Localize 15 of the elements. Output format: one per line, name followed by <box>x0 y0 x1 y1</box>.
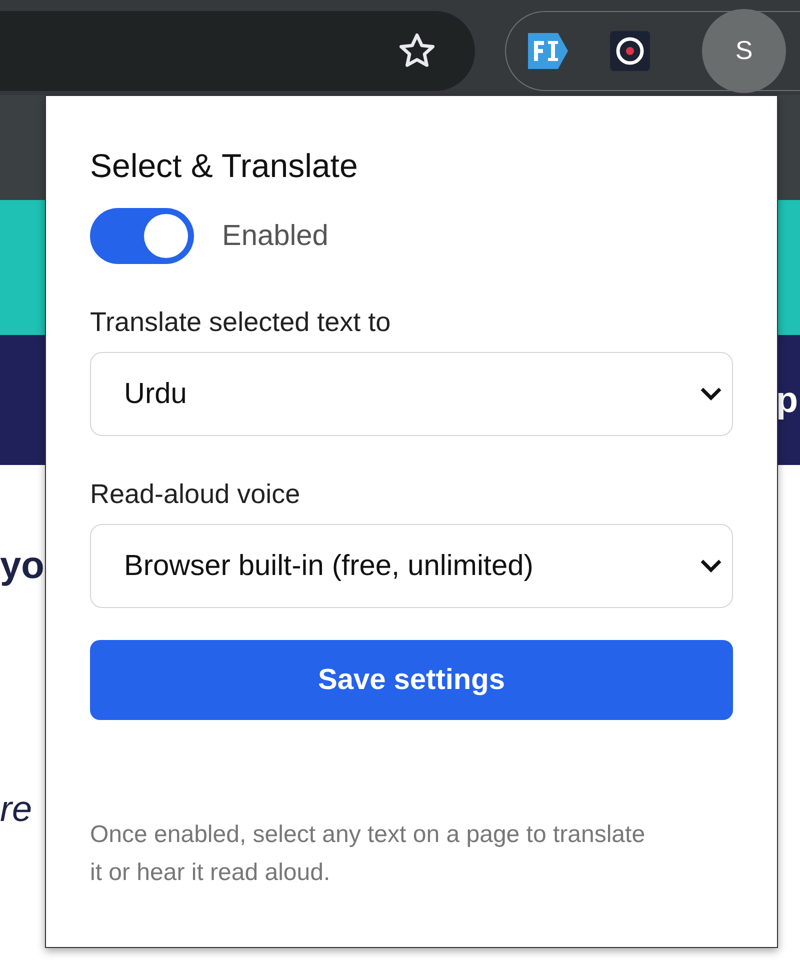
toggle-label: Enabled <box>222 220 328 252</box>
select-field[interactable]: Urdu <box>90 352 733 436</box>
page-text: p <box>776 379 798 421</box>
record-icon[interactable] <box>610 30 650 70</box>
chevron-down-icon <box>700 559 722 573</box>
field-label: Read-aloud voice <box>90 478 302 511</box>
chevron-down-icon <box>700 387 722 401</box>
page-text: re <box>0 788 32 830</box>
popup-title: Select & Translate <box>90 146 359 186</box>
help-text: Once enabled, select any text on a page to translate it or hear it read aloud. <box>90 820 646 888</box>
profile-avatar[interactable]: S <box>702 8 786 92</box>
select-field[interactable]: Browser built-in (free, unlimited) <box>90 524 733 608</box>
page-heading: yo <box>0 545 44 588</box>
save-button[interactable]: Save settings <box>90 640 733 720</box>
field-label: Translate selected text to <box>90 306 392 339</box>
